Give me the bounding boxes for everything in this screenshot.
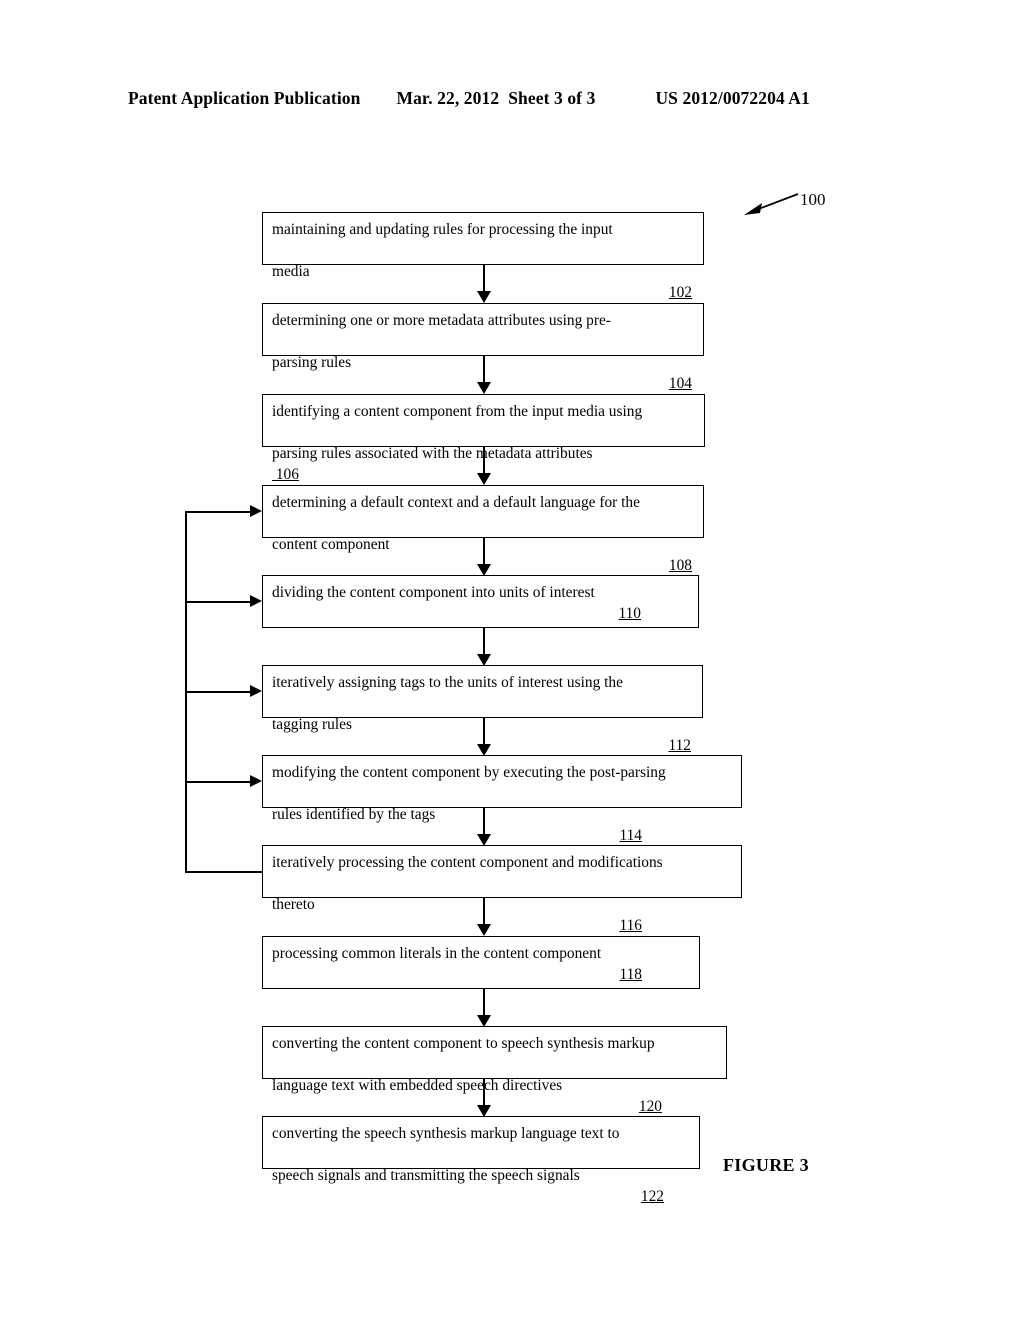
flow-step-120-number: 120	[638, 1098, 662, 1115]
flow-step-104-line2: parsing rules	[272, 354, 352, 371]
flow-step-120-line1: converting the content component to spee…	[272, 1035, 655, 1052]
feedback-exit-from-116	[185, 871, 263, 873]
flow-step-108-line2: content component	[272, 536, 390, 553]
flow-step-110[interactable]: dividing the content component into unit…	[262, 575, 699, 628]
connector-116-to-118-arrowhead	[477, 924, 491, 936]
flow-step-110-line1: dividing the content component into unit…	[272, 584, 595, 601]
flow-step-106-number: 106	[275, 466, 299, 483]
flow-step-102-number: 102	[668, 284, 692, 301]
feedback-branch-to-114	[185, 781, 250, 783]
feedback-branch-to-110-arrowhead	[250, 595, 262, 607]
flow-step-102-line2: media	[272, 263, 310, 280]
flow-step-108-number: 108	[668, 557, 692, 574]
reference-leader-arrow-icon	[744, 193, 799, 215]
flow-step-108-line1: determining a default context and a defa…	[272, 494, 640, 511]
connector-106-to-108-arrowhead	[477, 473, 491, 485]
flow-step-110-number: 110	[618, 605, 641, 622]
flow-step-108[interactable]: determining a default context and a defa…	[262, 485, 704, 574]
flow-step-122[interactable]: converting the speech synthesis markup l…	[262, 1116, 700, 1205]
flow-step-120[interactable]: converting the content component to spee…	[262, 1026, 727, 1115]
flow-step-116-line2: thereto	[272, 896, 315, 913]
figure-caption: FIGURE 3	[723, 1155, 809, 1175]
flow-step-114-line1: modifying the content component by execu…	[272, 764, 666, 781]
flow-step-102-line1: maintaining and updating rules for proce…	[272, 221, 613, 238]
connector-102-to-104	[483, 265, 485, 293]
flow-step-106-line1: identifying a content component from the…	[272, 403, 643, 420]
flow-step-116[interactable]: iteratively processing the content compo…	[262, 845, 742, 934]
flow-step-104[interactable]: determining one or more metadata attribu…	[262, 303, 704, 392]
flow-step-112[interactable]: iteratively assigning tags to the units …	[262, 665, 703, 754]
flow-step-122-line2: speech signals and transmitting the spee…	[272, 1167, 580, 1184]
feedback-branch-to-112	[185, 691, 250, 693]
flow-step-102[interactable]: maintaining and updating rules for proce…	[262, 212, 704, 301]
flow-step-114-number: 114	[619, 827, 642, 844]
flow-step-104-line1: determining one or more metadata attribu…	[272, 312, 611, 329]
flow-step-112-line1: iteratively assigning tags to the units …	[272, 674, 623, 691]
flow-step-106-line2: parsing rules associated with the metada…	[272, 445, 593, 462]
flow-step-116-number: 116	[619, 917, 642, 934]
feedback-branch-to-112-arrowhead	[250, 685, 262, 697]
connector-104-to-106-arrowhead	[477, 382, 491, 394]
flow-step-118[interactable]: processing common literals in the conten…	[262, 936, 700, 989]
flow-step-118-number: 118	[619, 966, 642, 983]
flow-step-114[interactable]: modifying the content component by execu…	[262, 755, 742, 844]
flow-step-112-number: 112	[668, 737, 691, 754]
flow-step-114-line2: rules identified by the tags	[272, 806, 436, 823]
flow-step-120-line2: language text with embedded speech direc…	[272, 1077, 563, 1094]
flow-step-122-line1: converting the speech synthesis markup l…	[272, 1125, 620, 1142]
reference-numeral-100: 100	[800, 190, 826, 209]
flow-step-104-number: 104	[668, 375, 692, 392]
flow-step-112-line2: tagging rules	[272, 716, 352, 733]
feedback-branch-to-114-arrowhead	[250, 775, 262, 787]
feedback-branch-to-108	[185, 511, 250, 513]
flow-step-122-number: 122	[640, 1188, 664, 1205]
flow-step-106[interactable]: identifying a content component from the…	[262, 394, 705, 483]
feedback-branch-to-110	[185, 601, 250, 603]
flow-step-118-line1: processing common literals in the conten…	[272, 945, 602, 962]
flow-step-116-line1: iteratively processing the content compo…	[272, 854, 663, 871]
connector-102-to-104-arrowhead	[477, 291, 491, 303]
flowchart-diagram: 100 maintaining and updating rules for p…	[0, 0, 1024, 1320]
feedback-branch-to-108-arrowhead	[250, 505, 262, 517]
